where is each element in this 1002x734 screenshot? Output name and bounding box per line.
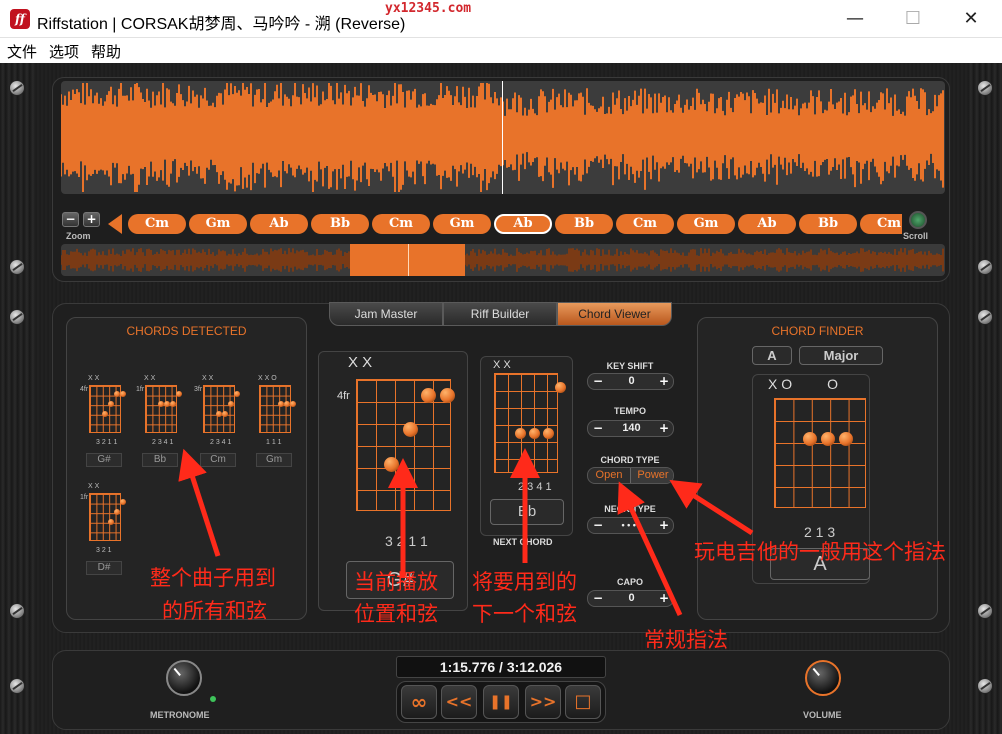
menu-options[interactable]: 选项 xyxy=(49,41,79,62)
window-title: Riffstation | CORSAK胡梦周、马吟吟 - 溯 (Reverse… xyxy=(37,16,406,33)
annotation-normal: 常规指法 xyxy=(644,628,728,652)
close-button[interactable]: ✕ xyxy=(942,0,1000,38)
annotation-current-1: 当前播放 xyxy=(354,570,438,594)
menu-file[interactable]: 文件 xyxy=(7,41,37,62)
annotation-all-chords-2: 的所有和弦 xyxy=(162,599,267,623)
maximize-button[interactable]: ☐ xyxy=(884,0,942,38)
watermark-text: yx12345.com xyxy=(385,1,472,16)
menu-bar: 文件 选项 帮助 xyxy=(0,38,1002,63)
minimize-button[interactable]: — xyxy=(826,0,884,38)
riffstation-main: − + Zoom Cm Gm Ab Bb Cm Gm Ab Bb Cm Gm Ab Bb Cm Scro… xyxy=(0,63,1002,734)
arrow-icon xyxy=(617,481,683,617)
annotation-current-2: 位置和弦 xyxy=(354,602,438,626)
annotation-electric: 玩电吉他的一般用这个指法 xyxy=(694,540,946,564)
arrow-icon xyxy=(669,479,754,536)
annotation-next-2: 下一个和弦 xyxy=(472,602,577,626)
arrow-icon xyxy=(178,448,221,557)
menu-help[interactable]: 帮助 xyxy=(91,41,121,62)
annotation-arrows xyxy=(178,448,754,617)
annotation-next-1: 将要用到的 xyxy=(472,570,577,594)
title-bar: ff Riffstation | CORSAK胡梦周、马吟吟 - 溯 (Reve… xyxy=(0,0,1002,38)
annotation-all-chords-1: 整个曲子用到 xyxy=(150,566,276,590)
app-logo-icon: ff xyxy=(10,9,30,29)
